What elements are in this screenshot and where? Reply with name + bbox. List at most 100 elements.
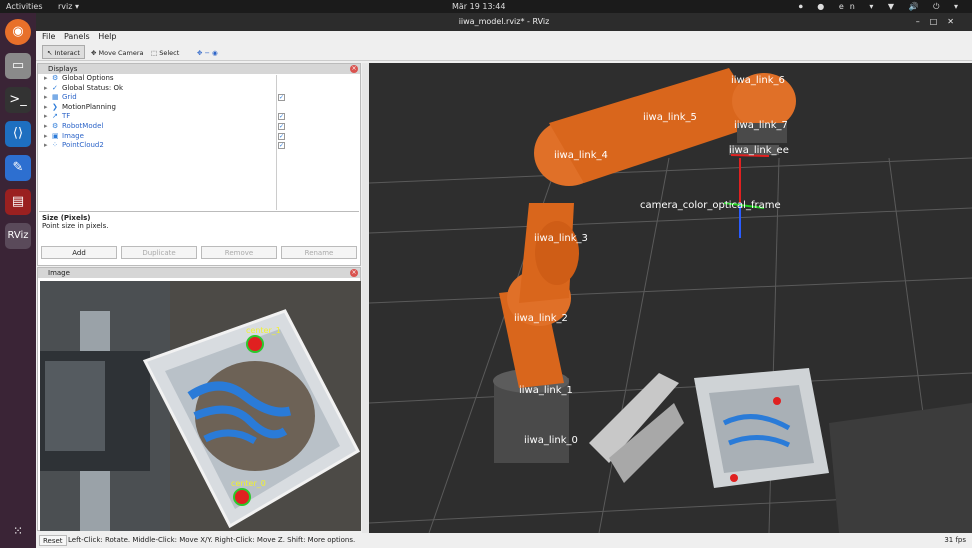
- interact-tool-button[interactable]: ↖ Interact: [42, 45, 85, 59]
- status-bar: Reset Left-Click: Rotate. Middle-Click: …: [36, 533, 972, 548]
- display-item-label: MotionPlanning: [62, 102, 116, 111]
- expand-arrow-icon[interactable]: ▸: [44, 112, 52, 122]
- image-panel: Image × center_1 center_0: [37, 267, 361, 531]
- menu-bar: File Panels Help: [36, 31, 972, 43]
- duplicate-button[interactable]: Duplicate: [121, 246, 197, 259]
- display-item[interactable]: ▸ ⁘ PointCloud2 ✓: [38, 141, 360, 151]
- rviz-window: iiwa_model.rviz* - RViz –□✕ File Panels …: [36, 13, 972, 548]
- system-monitor-icon[interactable]: ▤: [5, 189, 31, 215]
- display-type-icon: ⚙: [52, 74, 59, 82]
- display-item-label: Grid: [62, 93, 77, 102]
- camera-image: center_1 center_0: [40, 281, 361, 531]
- displays-tree: ▸ ⚙ Global Options ▸ ✓ Global Status: Ok ▸ ▦ Gri…: [38, 74, 360, 151]
- vscode-icon[interactable]: ⟨⟩: [5, 121, 31, 147]
- display-type-icon: ▦: [52, 93, 59, 102]
- display-item[interactable]: ▸ ⚙ Global Options: [38, 74, 360, 84]
- select-icon: ⬚: [151, 49, 160, 57]
- display-item-label: Image: [62, 131, 84, 140]
- enable-checkbox[interactable]: ✓: [278, 122, 285, 130]
- center-0-label: center_0: [231, 479, 266, 488]
- expand-arrow-icon[interactable]: ▸: [44, 132, 52, 142]
- display-item-label: RobotModel: [62, 121, 104, 130]
- move-camera-tool-button[interactable]: ✥ Move Camera: [86, 45, 149, 59]
- reset-button[interactable]: Reset: [39, 535, 67, 546]
- clock[interactable]: Mär 19 13:44: [452, 2, 505, 11]
- image-panel-title: Image ×: [38, 268, 360, 278]
- display-type-icon: ⚙: [52, 121, 59, 130]
- enable-checkbox[interactable]: ✓: [278, 113, 285, 121]
- displays-panel-title: Displays ×: [38, 64, 360, 74]
- rviz-icon[interactable]: RViz: [5, 223, 31, 249]
- enable-checkbox[interactable]: ✓: [278, 142, 285, 150]
- display-item-label: Global Options: [62, 74, 114, 82]
- 3d-viewport[interactable]: iiwa_link_6 iiwa_link_5 iiwa_link_7 iiwa…: [369, 63, 972, 533]
- close-icon[interactable]: ×: [350, 269, 358, 277]
- point-cloud: [694, 368, 972, 533]
- terminal-icon[interactable]: >_: [5, 87, 31, 113]
- fps-counter: 31 fps: [944, 536, 966, 544]
- display-item-label: TF: [62, 112, 71, 121]
- displays-panel: Displays × ▸ ⚙ Global Options ▸ ✓ Global Stat…: [37, 63, 361, 266]
- display-type-icon: ✓: [52, 83, 58, 92]
- label-link-7: iiwa_link_7: [734, 120, 788, 131]
- property-description: Size (Pixels) Point size in pixels.: [39, 211, 359, 241]
- display-item[interactable]: ▸ ✓ Global Status: Ok: [38, 84, 360, 94]
- display-type-icon: ⁘: [52, 141, 58, 150]
- expand-arrow-icon[interactable]: ▸: [44, 122, 52, 132]
- enable-checkbox[interactable]: ✓: [278, 94, 285, 102]
- label-link-2: iiwa_link_2: [514, 313, 568, 324]
- expand-arrow-icon[interactable]: ▸: [44, 74, 52, 84]
- center-1-label: center_1: [246, 326, 281, 335]
- expand-arrow-icon[interactable]: ▸: [44, 103, 52, 113]
- move-icon: ✥: [91, 49, 99, 57]
- enable-checkbox[interactable]: ✓: [278, 132, 285, 140]
- label-link-0: iiwa_link_0: [524, 435, 578, 446]
- system-tray[interactable]: ⏺ ● en ▾ ▼ 🔊 ⏻ ▾: [799, 2, 964, 12]
- firefox-icon[interactable]: ◉: [5, 19, 31, 45]
- display-item[interactable]: ▸ ▣ Image ✓: [38, 132, 360, 142]
- label-link-3: iiwa_link_3: [534, 233, 588, 244]
- menu-panels[interactable]: Panels: [64, 32, 90, 41]
- dock: ◉ ▭ >_ ⟨⟩ ✎ ▤ RViz ⁙: [0, 13, 36, 548]
- add-button[interactable]: Add: [41, 246, 117, 259]
- extra-tool-icons[interactable]: ✥ − ◉: [192, 45, 223, 59]
- window-titlebar[interactable]: iiwa_model.rviz* - RViz –□✕: [36, 13, 972, 31]
- label-camera-frame: camera_color_optical_frame: [640, 200, 781, 211]
- column-divider: [276, 75, 277, 210]
- display-item[interactable]: ▸ ▦ Grid ✓: [38, 93, 360, 103]
- label-link-ee: iiwa_link_ee: [729, 145, 789, 156]
- display-type-icon: ↗: [52, 112, 58, 121]
- menu-file[interactable]: File: [42, 32, 55, 41]
- menu-help[interactable]: Help: [98, 32, 116, 41]
- remove-button[interactable]: Remove: [201, 246, 277, 259]
- display-type-icon: ▣: [52, 131, 59, 140]
- display-item[interactable]: ▸ ⚙ RobotModel ✓: [38, 122, 360, 132]
- activities-button[interactable]: Activities: [6, 2, 43, 11]
- camera-image-view[interactable]: center_1 center_0: [40, 281, 361, 531]
- label-link-4: iiwa_link_4: [554, 150, 608, 161]
- cursor-icon: ↖: [47, 49, 55, 57]
- expand-arrow-icon[interactable]: ▸: [44, 141, 52, 151]
- robot-scene: iiwa_link_6 iiwa_link_5 iiwa_link_7 iiwa…: [369, 68, 972, 533]
- expand-arrow-icon[interactable]: ▸: [44, 93, 52, 103]
- description-text: Point size in pixels.: [42, 222, 109, 230]
- label-link-5: iiwa_link_5: [643, 112, 697, 123]
- displays-buttons: Add Duplicate Remove Rename: [39, 246, 359, 260]
- select-tool-button[interactable]: ⬚ Select: [146, 45, 184, 59]
- display-item-label: PointCloud2: [62, 141, 104, 150]
- files-icon[interactable]: ▭: [5, 53, 31, 79]
- expand-arrow-icon[interactable]: ▸: [44, 84, 52, 94]
- window-controls[interactable]: –□✕: [916, 13, 964, 31]
- rename-button[interactable]: Rename: [281, 246, 357, 259]
- display-type-icon: ❯: [52, 102, 58, 111]
- show-apps-icon[interactable]: ⁙: [5, 518, 31, 544]
- app-menu[interactable]: rviz ▾: [58, 2, 79, 11]
- display-item[interactable]: ▸ ↗ TF ✓: [38, 112, 360, 122]
- close-icon[interactable]: ×: [350, 65, 358, 73]
- description-title: Size (Pixels): [42, 214, 91, 222]
- panel-splitter[interactable]: [362, 63, 369, 533]
- system-top-bar: Activities rviz ▾ Mär 19 13:44 ⏺ ● en ▾ …: [0, 0, 972, 13]
- label-link-1: iiwa_link_1: [519, 385, 573, 396]
- display-item[interactable]: ▸ ❯ MotionPlanning: [38, 103, 360, 113]
- text-editor-icon[interactable]: ✎: [5, 155, 31, 181]
